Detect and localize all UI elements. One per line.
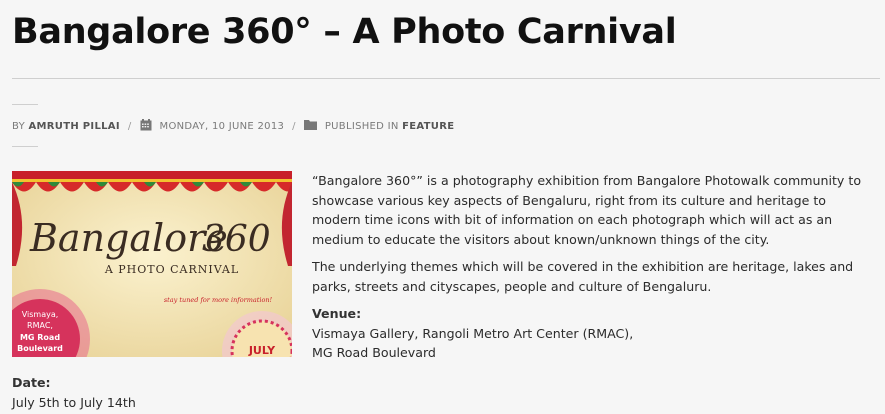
venue-block: Venue: Vismaya Gallery, Rangoli Metro Ar… <box>312 304 872 363</box>
venue-label: Venue: <box>312 306 362 321</box>
category-link[interactable]: FEATURE <box>402 121 454 132</box>
date-label: Date: <box>12 375 51 390</box>
meta-rule-bottom <box>12 146 38 147</box>
poster-word-360: 360 <box>202 219 271 260</box>
themes-paragraph: The underlying themes which will be cove… <box>312 259 854 294</box>
folder-icon <box>303 119 317 133</box>
poster-venue-line: RMAC, <box>27 321 53 330</box>
title-divider <box>12 78 880 79</box>
poster-word-bangalore: Bangalore <box>29 216 228 260</box>
poster-venue-line: MG Road <box>20 333 60 342</box>
poster-tagline: stay tuned for more information! <box>164 296 273 304</box>
article-body: “Bangalore 360°” is a photography exhibi… <box>312 171 872 363</box>
poster-venue-line: Boulevard <box>17 344 63 353</box>
article-meta: BY AMRUTH PILLAI / MONDAY, 10 JUNE 2013 … <box>12 118 454 134</box>
article-title: Bangalore 360° – A Photo Carnival <box>12 12 677 52</box>
meta-separator: / <box>127 120 132 132</box>
date-value: July 5th to July 14th <box>12 394 136 410</box>
poster-subtitle: A PHOTO CARNIVAL <box>104 263 239 276</box>
poster-venue-line: Vismaya, <box>22 310 59 319</box>
calendar-icon <box>140 118 152 134</box>
by-prefix: BY <box>12 120 26 132</box>
publish-date: MONDAY, 10 JUNE 2013 <box>159 120 285 132</box>
author-link[interactable]: AMRUTH PILLAI <box>29 121 120 132</box>
venue-line: MG Road Boulevard <box>312 345 436 360</box>
meta-separator: / <box>292 120 296 132</box>
date-block: Date: July 5th to July 14th <box>12 373 136 412</box>
event-poster-image: Bangalore 360 A PHOTO CARNIVAL stay tune… <box>12 171 292 357</box>
meta-rule-top <box>12 104 38 105</box>
intro-paragraph: “Bangalore 360°” is a photography exhibi… <box>312 173 862 247</box>
published-prefix: PUBLISHED IN <box>324 120 399 132</box>
poster-month: JULY <box>248 344 276 357</box>
venue-line: Vismaya Gallery, Rangoli Metro Art Cente… <box>312 325 634 341</box>
